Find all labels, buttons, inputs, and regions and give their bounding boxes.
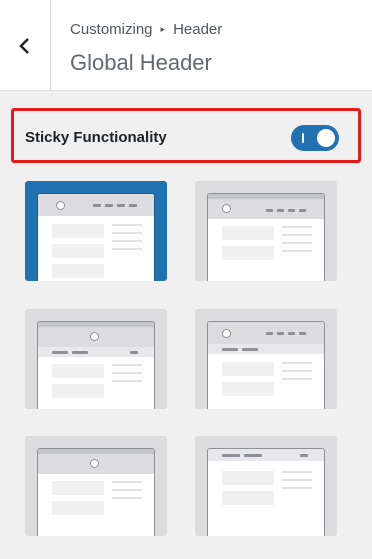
chevron-left-icon: [19, 37, 29, 54]
layout-preview: [37, 321, 155, 409]
toggle-on-indicator: [302, 133, 304, 143]
breadcrumb-separator-icon: ▸: [160, 24, 166, 34]
breadcrumb-current: Header: [173, 21, 223, 38]
header-layout-option-5[interactable]: [25, 436, 167, 536]
header-layout-option-6[interactable]: [195, 436, 337, 536]
sticky-functionality-label: Sticky Functionality: [25, 129, 167, 146]
header-layout-option-1[interactable]: [25, 181, 167, 281]
toggle-knob: [317, 129, 335, 147]
breadcrumb-parent: Customizing: [70, 21, 153, 38]
back-button[interactable]: [0, 0, 51, 91]
breadcrumb: Customizing ▸ Header: [70, 21, 222, 38]
layout-preview: [207, 193, 325, 281]
layout-preview: [207, 448, 325, 536]
header-layout-option-2[interactable]: [195, 181, 337, 281]
page-title: Global Header: [70, 50, 212, 75]
panel-header: Customizing ▸ Header Global Header: [0, 0, 372, 91]
layout-preview: [37, 193, 155, 281]
layout-preview: [37, 448, 155, 536]
header-layout-option-4[interactable]: [195, 309, 337, 409]
layout-preview: [207, 321, 325, 409]
header-layout-option-3[interactable]: [25, 309, 167, 409]
sticky-functionality-control: Sticky Functionality: [11, 108, 361, 163]
sticky-toggle[interactable]: [291, 125, 339, 151]
